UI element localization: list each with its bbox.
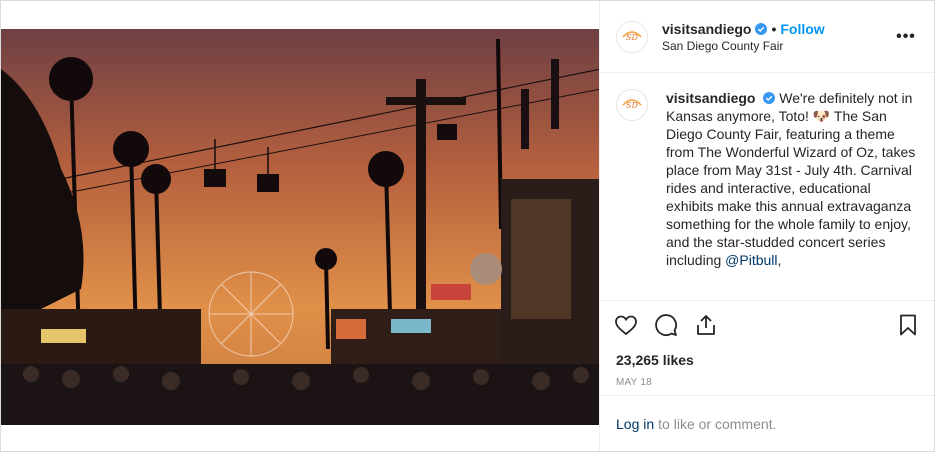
caption-username[interactable]: visitsandiego bbox=[666, 90, 755, 106]
login-prompt: Log in to like or comment. bbox=[600, 395, 934, 451]
follow-button[interactable]: Follow bbox=[780, 21, 824, 37]
action-bar bbox=[600, 301, 934, 349]
header-username[interactable]: visitsandiego bbox=[662, 21, 751, 37]
share-button[interactable] bbox=[694, 313, 718, 337]
san-diego-logo-icon: SD bbox=[619, 23, 645, 50]
fair-sunset-photo bbox=[1, 29, 599, 425]
share-icon bbox=[697, 315, 715, 335]
heart-icon bbox=[615, 315, 637, 336]
post-date[interactable]: MAY 18 bbox=[600, 377, 934, 391]
comments-section: SD visitsandiego We're definitely not in… bbox=[600, 73, 934, 301]
more-options-icon[interactable]: ••• bbox=[894, 28, 918, 46]
caption-avatar[interactable]: SD bbox=[616, 89, 648, 121]
comment-button[interactable] bbox=[654, 313, 678, 337]
likes-count[interactable]: 23,265 likes bbox=[600, 349, 934, 371]
location-link[interactable]: San Diego County Fair bbox=[662, 39, 894, 53]
login-prompt-text: to like or comment. bbox=[658, 415, 777, 432]
login-link[interactable]: Log in bbox=[616, 416, 654, 432]
svg-text:SD: SD bbox=[626, 33, 638, 42]
caption: visitsandiego We're definitely not in Ka… bbox=[666, 89, 918, 300]
caption-tail: , bbox=[777, 252, 782, 268]
save-button[interactable] bbox=[896, 313, 920, 337]
mention-link[interactable]: @Pitbull bbox=[725, 252, 777, 268]
post-photo[interactable] bbox=[1, 1, 600, 451]
comment-icon bbox=[655, 314, 677, 336]
like-button[interactable] bbox=[614, 313, 638, 337]
verified-badge-icon bbox=[763, 92, 776, 104]
instagram-post: SD visitsandiego • Follow San Diego Coun… bbox=[0, 0, 935, 452]
caption-text: We're definitely not in Kansas anymore, … bbox=[666, 90, 916, 268]
avatar[interactable]: SD bbox=[616, 20, 648, 53]
bookmark-icon bbox=[900, 314, 916, 336]
san-diego-logo-icon: SD bbox=[619, 92, 645, 118]
svg-text:SD: SD bbox=[626, 101, 638, 110]
post-header: SD visitsandiego • Follow San Diego Coun… bbox=[600, 1, 934, 73]
verified-badge-icon bbox=[755, 22, 768, 35]
post-sidebar: SD visitsandiego • Follow San Diego Coun… bbox=[600, 1, 934, 451]
header-separator: • bbox=[771, 20, 777, 37]
